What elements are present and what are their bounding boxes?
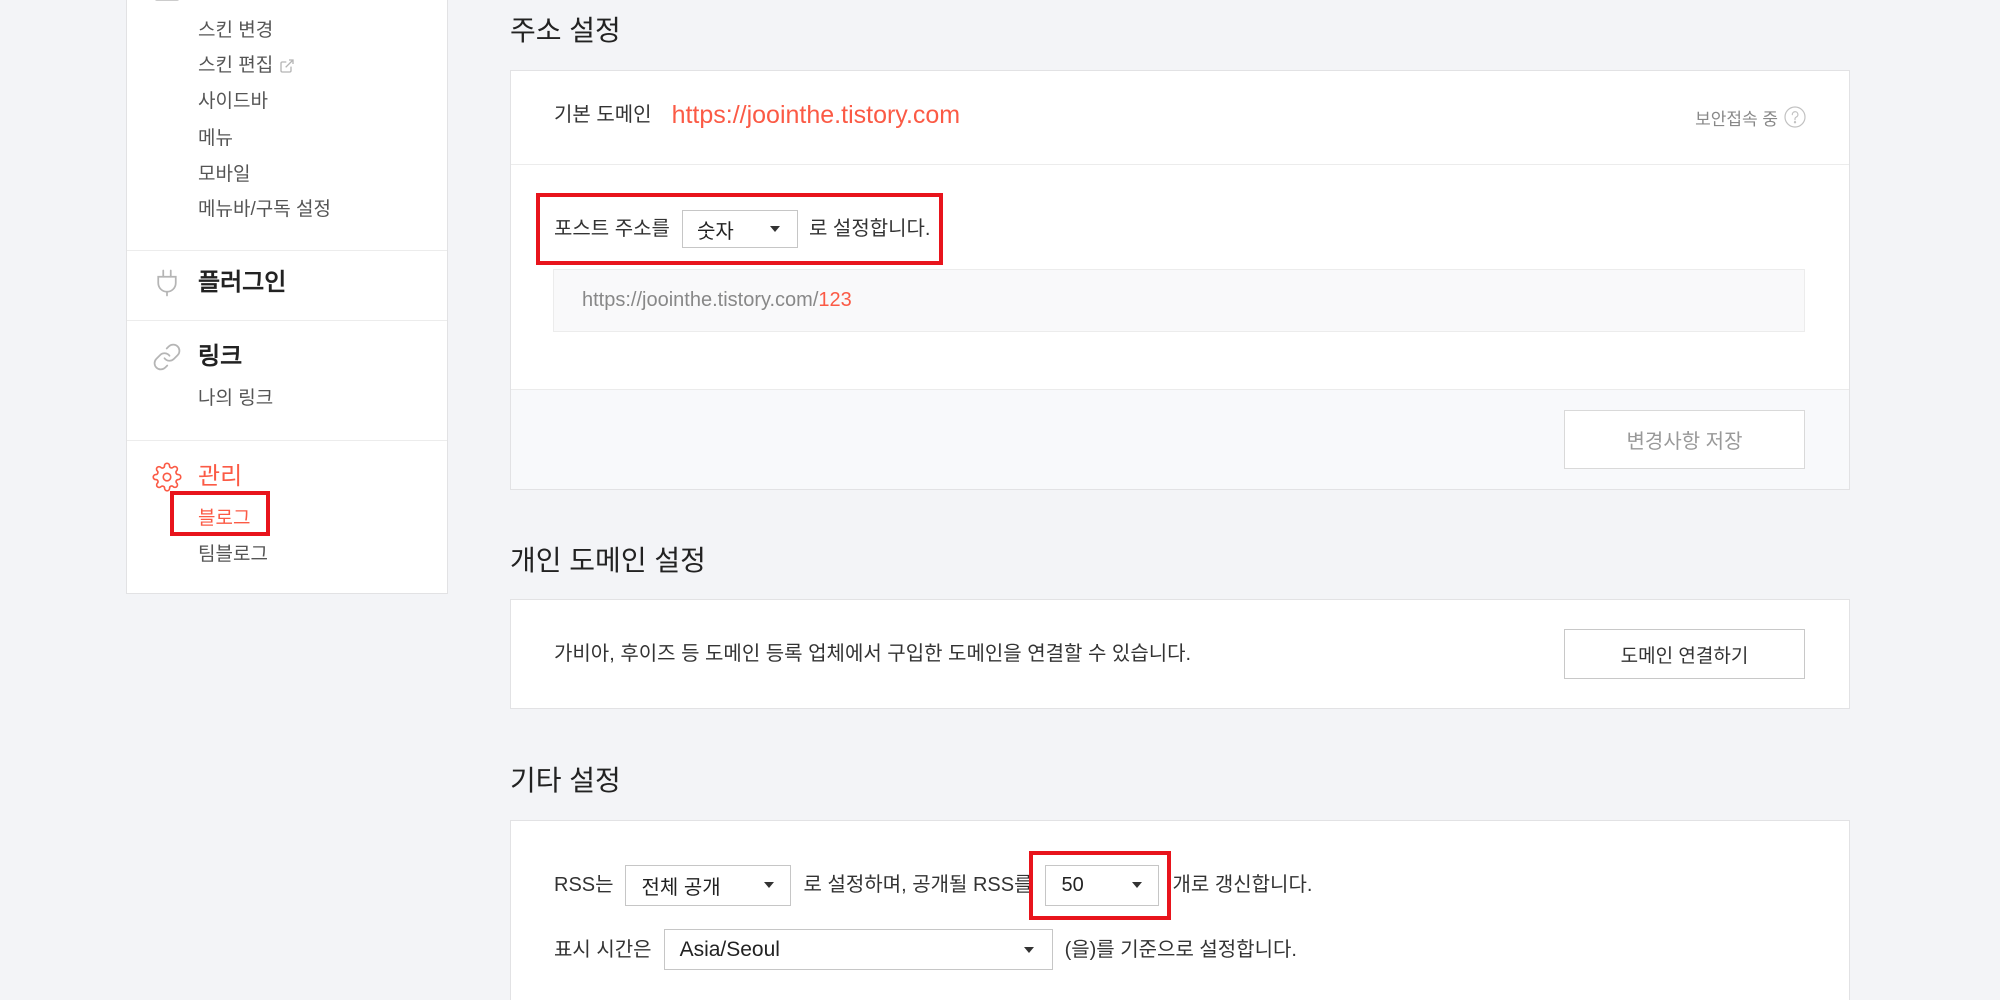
rss-middle: 로 설정하며, 공개될 RSS를 bbox=[803, 874, 1033, 896]
highlight-box-blog bbox=[170, 491, 270, 536]
preview-base-url: https://joointhe.tistory.com/ bbox=[582, 289, 819, 311]
link-icon bbox=[152, 342, 182, 372]
rss-count-select[interactable]: 50 bbox=[1045, 864, 1160, 906]
gear-icon bbox=[152, 462, 182, 492]
select-value: 전체 공개 bbox=[641, 876, 721, 899]
rss-row: RSS는 전체 공개 로 설정하며, 공개될 RSS를 50 개로 갱신합니다. bbox=[554, 850, 1312, 920]
sidebar-item-skin-change[interactable]: 스킨 변경 bbox=[198, 18, 273, 44]
secure-status: 보안접속 중 bbox=[1695, 103, 1806, 131]
sidebar-divider bbox=[127, 440, 447, 441]
sidebar-item-label: 메뉴바/구독 설정 bbox=[198, 199, 331, 220]
sidebar-section-link[interactable]: 링크 bbox=[198, 341, 242, 373]
caret-down-icon bbox=[1023, 946, 1034, 953]
other-settings-title: 기타 설정 bbox=[510, 765, 621, 796]
sidebar: 스킨 변경 스킨 편집 사이드바 메뉴 모바일 메뉴바/구독 설정 플러그인 링… bbox=[126, 0, 448, 594]
customize-icon bbox=[154, 0, 180, 2]
sidebar-item-label: 나의 링크 bbox=[198, 388, 274, 409]
card-divider bbox=[511, 164, 1849, 165]
sidebar-item-label: 모바일 bbox=[198, 164, 251, 185]
sidebar-item-sidebar[interactable]: 사이드바 bbox=[198, 89, 268, 115]
sidebar-item-mobile[interactable]: 모바일 bbox=[198, 162, 250, 188]
sidebar-item-label: 스킨 편집 bbox=[198, 55, 274, 76]
time-suffix: (을)를 기준으로 설정합니다. bbox=[1064, 938, 1297, 961]
rss-prefix: RSS는 bbox=[554, 874, 614, 896]
preview-post-id: 123 bbox=[818, 289, 852, 311]
external-link-icon bbox=[279, 58, 295, 74]
custom-domain-description: 가비아, 후이즈 등 도메인 등록 업체에서 구입한 도메인을 연결할 수 있습… bbox=[554, 643, 1192, 665]
custom-domain-card: 가비아, 후이즈 등 도메인 등록 업체에서 구입한 도메인을 연결할 수 있습… bbox=[510, 599, 1850, 709]
sidebar-section-manage[interactable]: 관리 bbox=[198, 461, 242, 493]
sidebar-item-label: 사이드바 bbox=[198, 91, 268, 112]
sidebar-item-menu[interactable]: 메뉴 bbox=[198, 126, 233, 152]
post-address-select[interactable]: 숫자 bbox=[681, 210, 798, 248]
caret-down-icon bbox=[763, 882, 774, 888]
sidebar-item-skin-edit[interactable]: 스킨 편집 bbox=[198, 53, 295, 79]
select-value: Asia/Seoul bbox=[679, 937, 780, 961]
default-domain-label: 기본 도메인 bbox=[554, 104, 652, 126]
sidebar-divider bbox=[127, 320, 447, 321]
save-changes-button[interactable]: 변경사항 저장 bbox=[1564, 410, 1805, 469]
other-settings-card: RSS는 전체 공개 로 설정하며, 공개될 RSS를 50 개로 갱신합니다.… bbox=[510, 820, 1850, 1000]
default-domain-url[interactable]: https://joointhe.tistory.com bbox=[672, 98, 961, 132]
highlight-box-rss-count: 50 bbox=[1029, 850, 1172, 920]
sidebar-item-my-link[interactable]: 나의 링크 bbox=[198, 386, 273, 412]
sidebar-item-team-blog[interactable]: 팀블로그 bbox=[198, 542, 268, 568]
rss-visibility-select[interactable]: 전체 공개 bbox=[624, 864, 791, 906]
post-address-suffix: 로 설정합니다. bbox=[808, 218, 931, 240]
sidebar-divider bbox=[127, 250, 447, 251]
sidebar-item-label: 팀블로그 bbox=[198, 544, 268, 565]
connect-domain-button[interactable]: 도메인 연결하기 bbox=[1564, 629, 1805, 679]
select-value: 50 bbox=[1061, 873, 1084, 896]
sidebar-item-label: 스킨 변경 bbox=[198, 20, 274, 41]
select-value: 숫자 bbox=[696, 220, 734, 243]
post-address-prefix: 포스트 주소를 bbox=[554, 218, 670, 240]
timezone-select[interactable]: Asia/Seoul bbox=[663, 929, 1053, 970]
custom-domain-title: 개인 도메인 설정 bbox=[510, 545, 706, 576]
sidebar-section-plugin[interactable]: 플러그인 bbox=[198, 267, 286, 299]
default-domain-row: 기본 도메인 https://joointhe.tistory.com bbox=[554, 97, 960, 133]
timezone-row: 표시 시간은 Asia/Seoul (을)를 기준으로 설정합니다. bbox=[554, 929, 1297, 970]
secure-status-label: 보안접속 중 bbox=[1695, 109, 1778, 129]
time-prefix: 표시 시간은 bbox=[554, 938, 652, 961]
sidebar-item-menubar-subscribe[interactable]: 메뉴바/구독 설정 bbox=[198, 197, 331, 223]
highlight-box-post-address: 포스트 주소를 숫자 로 설정합니다. bbox=[536, 193, 944, 265]
address-settings-card: 기본 도메인 https://joointhe.tistory.com 보안접속… bbox=[510, 70, 1850, 490]
caret-down-icon bbox=[1132, 882, 1143, 888]
post-url-preview: https://joointhe.tistory.com/123 bbox=[553, 269, 1805, 332]
rss-suffix: 개로 갱신합니다. bbox=[1172, 874, 1313, 896]
plug-icon bbox=[152, 268, 182, 298]
caret-down-icon bbox=[769, 226, 780, 232]
address-settings-title: 주소 설정 bbox=[510, 15, 621, 46]
help-icon[interactable] bbox=[1784, 106, 1806, 128]
sidebar-item-label: 메뉴 bbox=[198, 128, 233, 149]
